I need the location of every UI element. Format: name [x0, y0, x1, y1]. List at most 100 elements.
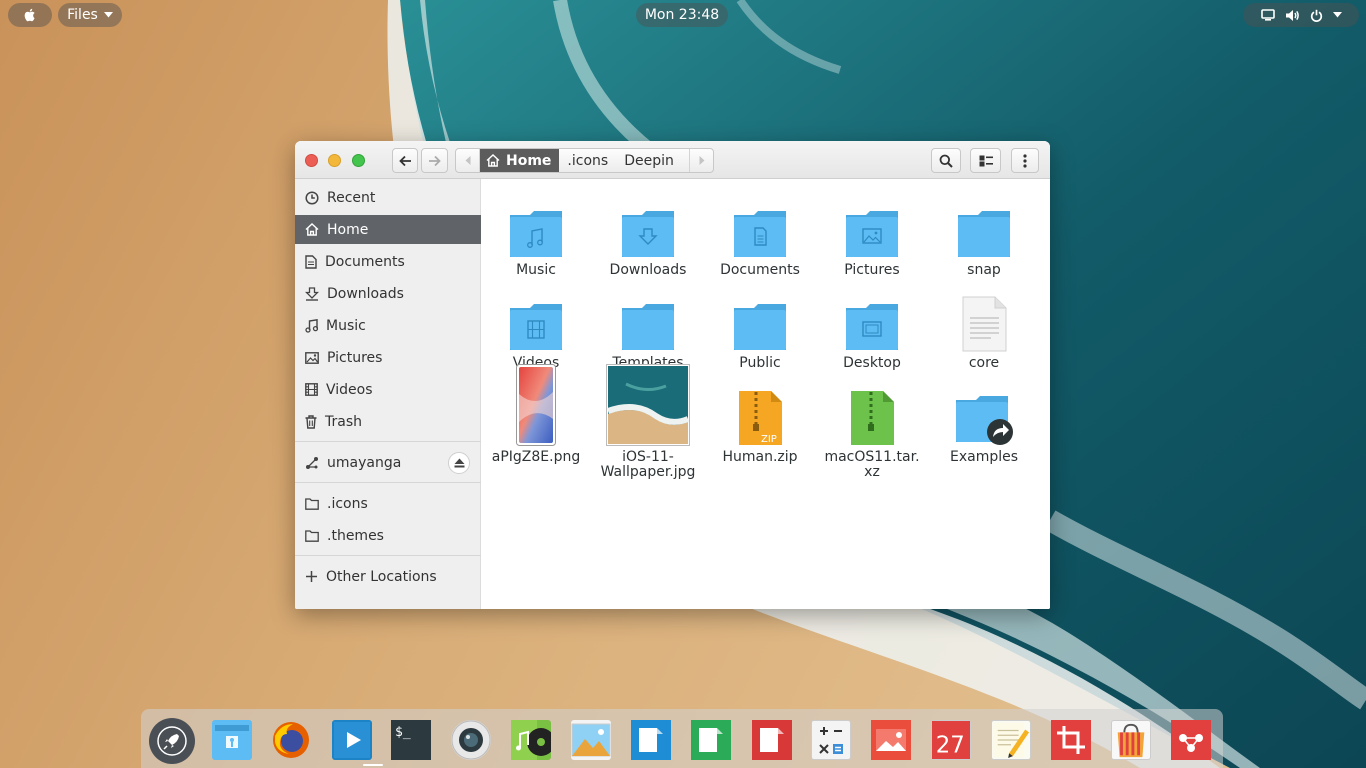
- sidebar-item-trash[interactable]: Trash: [295, 407, 481, 436]
- sidebar-item-label: Home: [327, 221, 369, 238]
- system-tray-menu[interactable]: [1243, 3, 1359, 27]
- documents-folder-icon: [734, 211, 786, 257]
- dock-software-center[interactable]: [1171, 720, 1211, 760]
- clock-icon: [305, 190, 319, 205]
- file-item-public[interactable]: Public: [705, 272, 815, 371]
- sidebar-item-pictures[interactable]: Pictures: [295, 343, 481, 372]
- image-thumbnail-icon: [606, 364, 690, 446]
- chevron-down-icon: [103, 12, 113, 18]
- sidebar-item-home[interactable]: Home: [295, 215, 481, 244]
- dock-firefox[interactable]: [271, 720, 311, 760]
- file-item-ios-11-wallpaper[interactable]: iOS-11- Wallpaper.jpg: [593, 364, 703, 480]
- folder-icon: [958, 211, 1010, 257]
- view-toggle-button[interactable]: [970, 148, 1001, 173]
- dock-image-viewer[interactable]: [571, 720, 611, 760]
- path-bar: Home .icons Deepin: [455, 148, 714, 173]
- forward-button[interactable]: [421, 148, 448, 173]
- file-item-pictures[interactable]: Pictures: [817, 179, 927, 278]
- sidebar-item-downloads[interactable]: Downloads: [295, 279, 481, 308]
- clock-button[interactable]: Mon 23:48: [636, 3, 728, 27]
- dock-music-player[interactable]: [511, 720, 551, 760]
- dock-photo-app[interactable]: [871, 720, 911, 760]
- sidebar-item-other-locations[interactable]: Other Locations: [295, 562, 481, 591]
- sidebar-divider: [295, 441, 481, 442]
- sidebar-item-videos[interactable]: Videos: [295, 375, 481, 404]
- folder-icon: [622, 304, 674, 350]
- minimize-window-button[interactable]: [328, 154, 341, 167]
- file-item-macos11-tar-xz[interactable]: macOS11.tar. xz: [817, 366, 927, 480]
- sidebar-item-label: Recent: [327, 189, 376, 206]
- dock-calculator[interactable]: [811, 720, 851, 760]
- path-scroll-right-button[interactable]: [689, 149, 713, 172]
- file-item-core[interactable]: core: [929, 272, 1039, 371]
- sidebar: Recent Home Documents Downloads Music Pi…: [295, 179, 481, 609]
- sidebar-item-network-share[interactable]: umayanga: [295, 448, 481, 477]
- app-menu-button[interactable]: Files: [58, 3, 122, 27]
- file-item-human-zip[interactable]: ZIP Human.zip: [705, 366, 815, 465]
- window-menu-button[interactable]: [1011, 148, 1039, 173]
- file-label: iOS-11- Wallpaper.jpg: [593, 450, 703, 480]
- dock-text-editor[interactable]: [991, 720, 1031, 760]
- sidebar-item-music[interactable]: Music: [295, 311, 481, 340]
- path-scroll-left-button[interactable]: [456, 149, 480, 172]
- crop-tool-icon: [1051, 720, 1091, 760]
- app-store-icon: [1117, 723, 1145, 758]
- dock-presentation[interactable]: [752, 720, 792, 760]
- dock-screenshot-camera[interactable]: [451, 720, 491, 760]
- file-label: aPIgZ8E.png: [491, 449, 581, 465]
- file-item-templates[interactable]: Templates: [593, 272, 703, 371]
- calendar-day-text: 27: [936, 732, 965, 758]
- sidebar-item-icons-bookmark[interactable]: .icons: [295, 489, 481, 518]
- file-label-line: xz: [864, 464, 880, 480]
- maximize-window-button[interactable]: [352, 154, 365, 167]
- file-item-desktop[interactable]: Desktop: [817, 272, 927, 371]
- file-item-apigz8e-png[interactable]: aPIgZ8E.png: [481, 364, 591, 465]
- dock-spreadsheet[interactable]: [691, 720, 731, 760]
- running-app-indicator: [363, 764, 383, 766]
- dock-files-app[interactable]: [212, 720, 252, 760]
- videos-folder-icon: [510, 304, 562, 350]
- chevron-down-icon: [1332, 12, 1342, 18]
- file-item-snap[interactable]: snap: [929, 179, 1039, 278]
- downloads-folder-icon: [622, 211, 674, 257]
- sidebar-item-label: Music: [326, 317, 366, 334]
- sidebar-item-documents[interactable]: Documents: [295, 247, 481, 276]
- app-menu-label: Files: [67, 7, 98, 23]
- crumb-icons[interactable]: .icons: [559, 149, 616, 172]
- close-window-button[interactable]: [305, 154, 318, 167]
- dock-launcher[interactable]: [149, 718, 195, 764]
- chevron-right-icon: [699, 156, 704, 165]
- presentation-icon: [752, 720, 792, 760]
- folder-outline-icon: [305, 529, 319, 542]
- dock-app-store[interactable]: [1111, 720, 1151, 760]
- files-window: Home .icons Deepin Recent Home Documents…: [295, 141, 1050, 609]
- eject-button[interactable]: [448, 452, 470, 474]
- text-file-icon: [962, 296, 1007, 352]
- file-item-documents[interactable]: Documents: [705, 179, 815, 278]
- file-item-videos[interactable]: Videos: [481, 272, 591, 371]
- sidebar-divider: [295, 555, 481, 556]
- back-button[interactable]: [392, 148, 418, 173]
- crumb-home[interactable]: Home: [480, 149, 560, 172]
- file-item-music[interactable]: Music: [481, 179, 591, 278]
- file-item-downloads[interactable]: Downloads: [593, 179, 703, 278]
- window-headerbar[interactable]: Home .icons Deepin: [295, 141, 1050, 179]
- plus-icon: [306, 571, 317, 582]
- dock-writer[interactable]: [631, 720, 671, 760]
- file-label: Examples: [949, 449, 1019, 465]
- dock-calendar[interactable]: 27: [931, 720, 971, 760]
- network-share-icon: [306, 456, 318, 469]
- dock-crop-tool[interactable]: [1051, 720, 1091, 760]
- xz-archive-icon: [851, 391, 894, 445]
- crumb-deepin[interactable]: Deepin: [616, 149, 682, 172]
- sidebar-item-label: Downloads: [327, 285, 404, 302]
- sidebar-item-recent[interactable]: Recent: [295, 183, 481, 212]
- calculator-icon: [819, 727, 843, 754]
- apple-menu-button[interactable]: [8, 3, 52, 27]
- dock-terminal[interactable]: $_: [391, 720, 431, 760]
- music-folder-icon: [510, 211, 562, 257]
- sidebar-item-themes-bookmark[interactable]: .themes: [295, 521, 481, 550]
- file-item-examples[interactable]: Examples: [929, 366, 1039, 465]
- dock-video-player[interactable]: [332, 720, 372, 760]
- search-button[interactable]: [931, 148, 961, 173]
